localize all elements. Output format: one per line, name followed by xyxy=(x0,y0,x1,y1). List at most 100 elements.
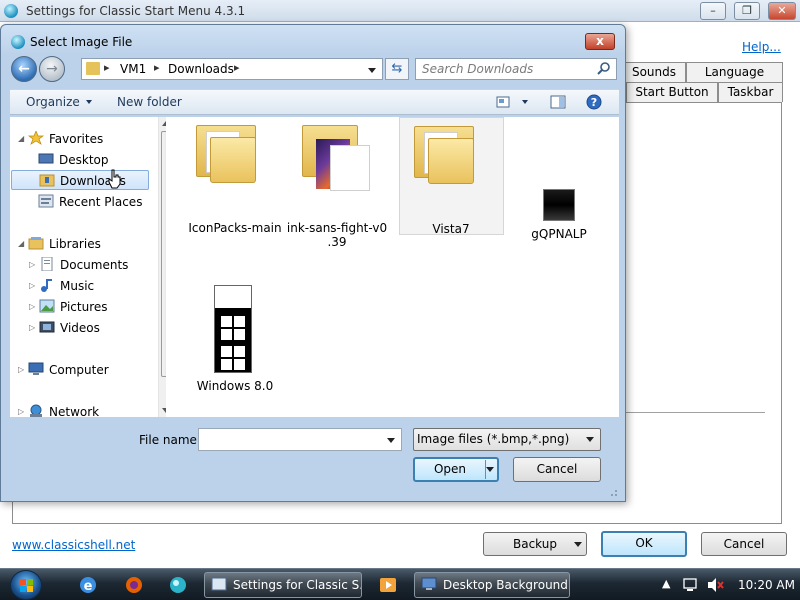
file-item-windows-8[interactable]: Windows 8.0 xyxy=(184,281,286,401)
computer-icon xyxy=(28,362,44,375)
chevron-down-icon xyxy=(586,437,594,442)
taskbar: e Settings for Classic S... Desktop Back… xyxy=(0,568,800,600)
dialog-close-button[interactable]: x xyxy=(585,33,615,50)
file-item-iconpacks-main[interactable]: IconPacks-main xyxy=(184,123,286,235)
file-label: gQPNALP xyxy=(531,227,587,241)
nav-pictures[interactable]: Pictures xyxy=(39,297,108,317)
nav-libraries[interactable]: Libraries xyxy=(28,234,101,254)
search-input[interactable] xyxy=(422,61,592,77)
backup-button[interactable]: Backup xyxy=(483,532,587,556)
search-icon[interactable] xyxy=(596,61,612,77)
nav-computer[interactable]: Computer xyxy=(28,360,109,380)
classic-shell-icon xyxy=(11,35,25,49)
recent-places-icon xyxy=(38,194,54,208)
resize-grip-icon[interactable] xyxy=(606,485,618,497)
refresh-button[interactable]: ⇆ xyxy=(385,58,409,80)
nav-label: Music xyxy=(60,279,95,293)
chevron-down-icon[interactable] xyxy=(387,438,395,443)
firefox-icon[interactable] xyxy=(124,575,144,595)
tab-taskbar[interactable]: Taskbar xyxy=(718,82,783,102)
libraries-icon xyxy=(28,237,44,250)
dialog-cancel-button[interactable]: Cancel xyxy=(513,457,601,482)
ok-button[interactable]: OK xyxy=(601,531,687,557)
downloads-folder-icon xyxy=(39,174,55,187)
view-options-icon[interactable] xyxy=(496,95,512,109)
nav-documents[interactable]: Documents xyxy=(39,255,128,275)
file-item-vista7[interactable]: Vista7 xyxy=(399,117,504,236)
nav-label: Documents xyxy=(60,258,129,272)
chevron-down-icon xyxy=(85,100,92,104)
divider xyxy=(625,412,765,413)
classic-shell-icon[interactable] xyxy=(168,575,188,595)
preview-pane-icon[interactable] xyxy=(550,95,566,109)
expand-arrow-icon[interactable]: ▷ xyxy=(29,297,35,317)
breadcrumb-downloads[interactable]: Downloads xyxy=(168,62,234,76)
expand-arrow-icon[interactable]: ▷ xyxy=(29,318,35,338)
search-box[interactable] xyxy=(415,58,617,80)
new-folder-button[interactable]: New folder xyxy=(117,95,182,109)
breadcrumb-vm1[interactable]: VM1 xyxy=(120,62,146,76)
nav-network[interactable]: Network xyxy=(28,402,99,422)
expand-arrow-icon[interactable]: ◢ xyxy=(18,234,24,254)
chevron-right-icon: ▸ xyxy=(154,61,160,74)
svg-text:e: e xyxy=(84,579,93,594)
tab-start-button[interactable]: Start Button xyxy=(626,82,718,102)
maximize-button[interactable]: ❐ xyxy=(734,2,760,20)
file-type-select[interactable]: Image files (*.bmp,*.png) xyxy=(413,428,601,451)
file-label-line2: .39 xyxy=(327,235,347,249)
show-hidden-icons-icon[interactable]: ▲ xyxy=(662,577,670,590)
internet-explorer-icon[interactable]: e xyxy=(78,575,98,595)
address-bar[interactable]: ▸ VM1 ▸ Downloads ▸ xyxy=(81,58,383,80)
navigation-pane: ◢ Favorites Desktop Downloads Recent Pla… xyxy=(10,117,174,419)
nav-label: Pictures xyxy=(60,300,108,314)
file-item-ink-sans-fight[interactable]: ink-sans-fight-v0 .39 xyxy=(286,123,388,253)
nav-favorites[interactable]: Favorites xyxy=(28,129,103,149)
window-icon xyxy=(211,577,227,591)
nav-videos[interactable]: Videos xyxy=(39,318,100,338)
folder-icon xyxy=(86,62,100,75)
website-link[interactable]: www.classicshell.net xyxy=(12,538,135,552)
music-icon xyxy=(41,279,52,292)
nav-label: Favorites xyxy=(49,132,104,146)
help-link[interactable]: Help... xyxy=(742,40,781,54)
expand-arrow-icon[interactable]: ◢ xyxy=(18,129,24,149)
nav-desktop[interactable]: Desktop xyxy=(38,150,109,170)
expand-arrow-icon[interactable]: ▷ xyxy=(29,276,35,296)
tab-sounds[interactable]: Sounds xyxy=(622,62,686,82)
organize-menu[interactable]: Organize xyxy=(26,95,92,109)
start-button[interactable] xyxy=(10,570,42,600)
help-icon[interactable]: ? xyxy=(586,94,602,110)
network-tray-icon[interactable] xyxy=(682,577,698,593)
file-item-gqpnalp[interactable]: gQPNALP xyxy=(508,123,610,241)
nav-downloads[interactable]: Downloads xyxy=(11,170,149,190)
file-label: IconPacks-main xyxy=(188,221,282,235)
close-button[interactable]: ✕ xyxy=(768,2,796,20)
minimize-button[interactable]: – xyxy=(700,2,726,20)
cancel-button[interactable]: Cancel xyxy=(701,532,787,556)
expand-arrow-icon[interactable]: ▷ xyxy=(29,255,35,275)
file-name-field[interactable] xyxy=(198,428,402,451)
network-icon xyxy=(30,404,42,417)
display-icon xyxy=(421,577,437,590)
open-button[interactable]: Open xyxy=(413,457,499,482)
chevron-down-icon[interactable] xyxy=(522,100,528,104)
taskbar-item-desktop-background[interactable]: Desktop Background xyxy=(414,572,570,598)
media-player-icon[interactable] xyxy=(378,575,398,595)
file-type-value: Image files (*.bmp,*.png) xyxy=(417,432,570,446)
nav-music[interactable]: Music xyxy=(39,276,94,296)
tab-language[interactable]: Language xyxy=(686,62,783,82)
forward-button[interactable]: → xyxy=(39,56,65,82)
back-button[interactable]: ← xyxy=(11,56,37,82)
hand-cursor-icon xyxy=(108,169,121,189)
chevron-down-icon[interactable] xyxy=(486,467,494,472)
file-name-input[interactable] xyxy=(203,432,379,447)
clock[interactable]: 10:20 AM xyxy=(738,578,795,592)
image-thumbnail xyxy=(543,189,575,221)
expand-arrow-icon[interactable]: ▷ xyxy=(18,360,24,380)
volume-muted-icon[interactable] xyxy=(706,577,724,593)
desktop-icon xyxy=(38,153,54,164)
nav-recent-places[interactable]: Recent Places xyxy=(38,192,142,212)
taskbar-item-settings[interactable]: Settings for Classic S... xyxy=(204,572,362,598)
chevron-down-icon[interactable] xyxy=(368,68,376,73)
expand-arrow-icon[interactable]: ▷ xyxy=(18,402,24,422)
